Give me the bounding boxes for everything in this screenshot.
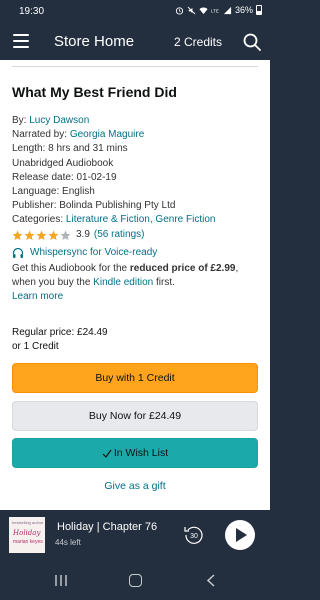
cover-tagline: bestselling author <box>12 520 44 525</box>
now-playing-title: Holiday | Chapter 76 <box>57 521 158 533</box>
whispersync-link[interactable]: Whispersync for Voice-ready <box>30 246 157 260</box>
book-title: What My Best Friend Did <box>12 84 177 100</box>
cover-author: marian keyes <box>13 539 43 545</box>
mini-player[interactable]: bestselling author Holiday marian keyes … <box>0 510 270 560</box>
page-title: Store Home <box>54 33 135 50</box>
status-icons: LTE 36% <box>175 5 262 15</box>
narrator-label: Narrated by: <box>12 129 68 141</box>
categories-row: Categories: Literature & Fiction, Genre … <box>12 213 262 227</box>
recents-icon[interactable] <box>55 575 67 586</box>
offer-text: Get this Audiobook for the reduced price… <box>12 262 239 288</box>
alarm-icon <box>175 6 184 15</box>
play-icon <box>236 528 247 542</box>
mute-icon <box>187 6 196 14</box>
author-link[interactable]: Lucy Dawson <box>29 115 89 126</box>
star-full-icon <box>48 230 59 240</box>
rating-count-link[interactable]: (56 ratings) <box>94 228 145 242</box>
signal-icon <box>223 6 232 14</box>
home-icon[interactable] <box>129 574 142 587</box>
author-row: By: Lucy Dawson <box>12 114 262 128</box>
rewind-seconds: 30 <box>190 533 198 540</box>
book-cover[interactable]: bestselling author Holiday marian keyes <box>9 517 45 553</box>
search-icon[interactable] <box>242 32 262 52</box>
product-details: What My Best Friend Did By: Lucy Dawson … <box>0 60 270 510</box>
system-nav-bar <box>0 560 270 600</box>
categories-label: Categories: <box>12 214 64 226</box>
release-date-text: Release date: 01-02-19 <box>12 171 117 183</box>
wish-list-label: In Wish List <box>113 447 169 459</box>
category-link-literature[interactable]: Literature & Fiction <box>66 214 150 225</box>
play-button[interactable] <box>225 520 255 550</box>
back-icon[interactable] <box>206 574 216 587</box>
star-full-icon <box>24 230 35 240</box>
format-text: Unabridged Audiobook <box>12 157 114 169</box>
status-time: 19:30 <box>19 6 45 17</box>
divider <box>12 66 258 67</box>
language-text: Language: English <box>12 186 95 198</box>
regular-price: Regular price: £24.49 <box>12 327 108 338</box>
rewind-30-icon[interactable]: 30 <box>183 524 205 546</box>
buy-with-credit-button[interactable]: Buy with 1 Credit <box>12 363 258 393</box>
buy-with-credit-label: Buy with 1 Credit <box>95 372 175 384</box>
star-full-icon <box>36 230 47 240</box>
wish-list-button[interactable]: In Wish List <box>12 438 258 468</box>
learn-more-link[interactable]: Learn more <box>12 290 262 304</box>
kindle-edition-link[interactable]: Kindle edition <box>93 277 153 288</box>
category-separator: , <box>149 214 153 226</box>
star-empty-icon <box>60 230 71 240</box>
category-link-genre[interactable]: Genre Fiction <box>155 214 215 225</box>
time-remaining: 44s left <box>55 538 81 547</box>
svg-text:LTE: LTE <box>211 8 219 13</box>
narrator-link[interactable]: Georgia Maguire <box>70 129 144 140</box>
lte-icon: LTE <box>211 8 219 13</box>
length-text: Length: 8 hrs and 31 mins <box>12 143 128 155</box>
battery-icon <box>256 5 262 15</box>
reduced-price: reduced price of £2.99 <box>129 262 236 274</box>
author-label: By: <box>12 115 27 126</box>
credit-price: or 1 Credit <box>12 341 59 352</box>
cover-title: Holiday <box>13 529 41 537</box>
buy-now-button[interactable]: Buy Now for £24.49 <box>12 401 258 431</box>
narrator-row: Narrated by: Georgia Maguire <box>12 128 262 142</box>
book-metadata: By: Lucy Dawson Narrated by: Georgia Mag… <box>12 114 262 304</box>
wifi-icon <box>199 7 208 14</box>
battery-percent: 36% <box>234 5 253 15</box>
give-as-gift-link[interactable]: Give as a gift <box>0 480 270 492</box>
credits-count[interactable]: 2 Credits <box>174 35 222 49</box>
app-header: Store Home 2 Credits <box>0 24 270 60</box>
headphones-icon <box>12 247 24 258</box>
buy-now-label: Buy Now for £24.49 <box>88 410 182 422</box>
rating-row[interactable]: 3.9 (56 ratings) <box>12 228 262 243</box>
menu-icon[interactable] <box>13 34 29 48</box>
rating-value: 3.9 <box>76 229 90 241</box>
whispersync-row[interactable]: Whispersync for Voice-ready <box>12 246 262 260</box>
check-icon <box>102 449 112 458</box>
publisher-text: Publisher: Bolinda Publishing Pty Ltd <box>12 200 176 212</box>
star-full-icon <box>12 230 23 240</box>
status-bar: 19:30 LTE 36% <box>0 0 270 24</box>
price-block: Regular price: £24.49 or 1 Credit <box>12 326 108 354</box>
